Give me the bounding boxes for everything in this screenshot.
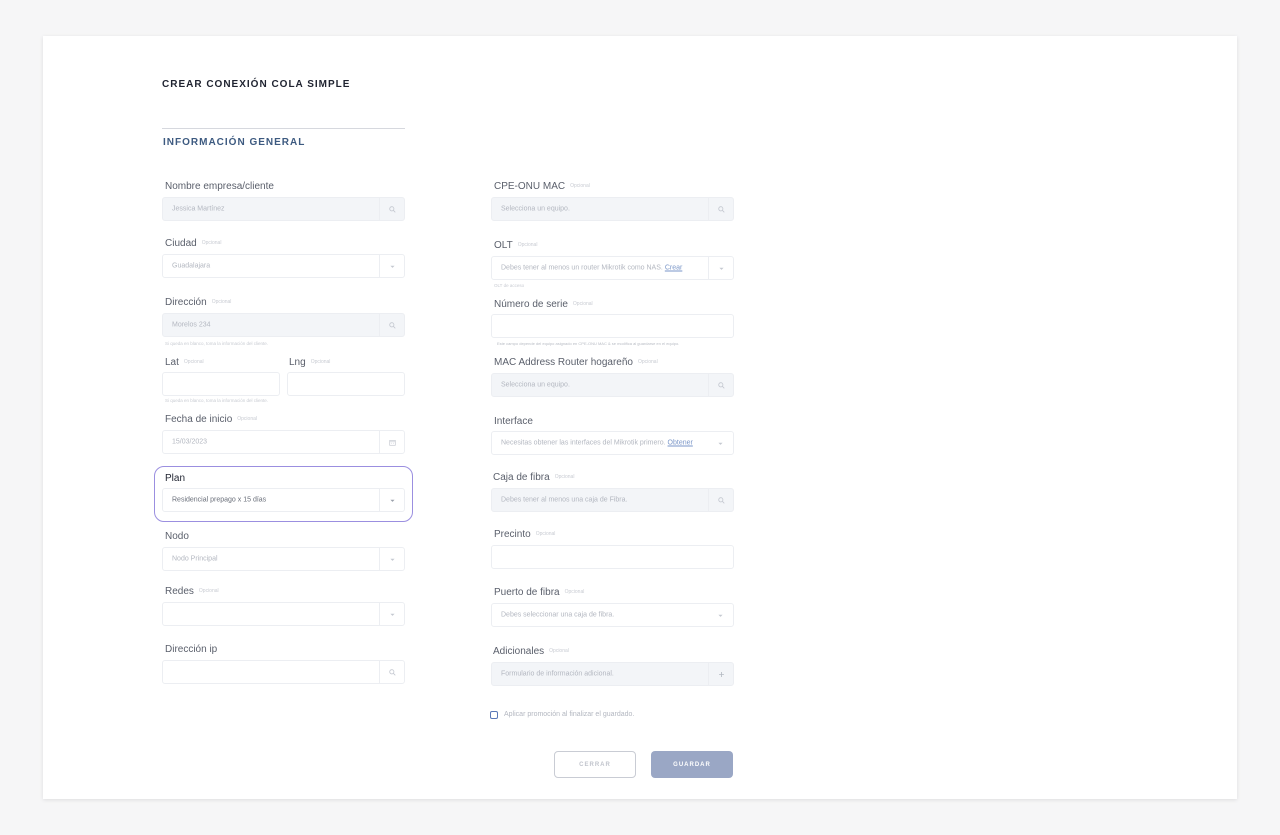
optional-tag: Opcional: [237, 416, 257, 423]
router-mac-label: MAC Address Router hogareño Opcional: [494, 357, 658, 368]
optional-tag: Opcional: [211, 299, 232, 306]
start-date-value: 15/03/2023: [172, 438, 208, 446]
close-button[interactable]: CERRAR: [554, 751, 636, 778]
cpe-placeholder: Selecciona un equipo.: [501, 205, 570, 213]
city-select[interactable]: Guadalajara: [162, 254, 405, 278]
city-value: Guadalajara: [172, 262, 211, 270]
olt-placeholder: Debes tener al menos un router Mikrotik …: [501, 264, 683, 272]
networks-label: Redes Opcional: [165, 586, 219, 597]
optional-tag: Opcional: [564, 589, 585, 596]
optional-tag: Opcional: [535, 531, 556, 538]
lng-input[interactable]: [287, 372, 405, 396]
fiber-port-placeholder: Debes seleccionar una caja de fibra.: [501, 611, 615, 619]
optional-tag: Opcional: [198, 588, 219, 595]
client-value: Jessica Martínez: [172, 205, 225, 213]
cpe-field[interactable]: Selecciona un equipo.: [491, 197, 734, 221]
olt-label: OLT Opcional: [494, 240, 538, 251]
serial-input[interactable]: [491, 314, 734, 338]
ip-label: Dirección ip: [165, 644, 218, 655]
serial-label: Número de serie Opcional: [494, 299, 593, 310]
chevron-down-icon[interactable]: [708, 432, 733, 454]
search-icon[interactable]: [708, 374, 733, 396]
form-title: CREAR CONEXIÓN COLA SIMPLE: [162, 79, 351, 90]
interface-select[interactable]: Necesitas obtener las interfaces del Mik…: [491, 431, 734, 455]
chevron-down-icon[interactable]: [379, 255, 404, 277]
lat-input[interactable]: [162, 372, 280, 396]
seal-label: Precinto Opcional: [494, 529, 556, 540]
address-label: Dirección Opcional: [165, 297, 232, 308]
optional-tag: Opcional: [183, 359, 204, 366]
save-button[interactable]: GUARDAR: [651, 751, 733, 778]
olt-create-link[interactable]: Crear: [665, 265, 683, 272]
fiber-port-select[interactable]: Debes seleccionar una caja de fibra.: [491, 603, 734, 627]
optional-tag: Opcional: [572, 301, 593, 308]
plan-select[interactable]: Residencial prepago x 15 días: [162, 488, 405, 512]
fiber-port-label: Puerto de fibra Opcional: [494, 587, 585, 598]
node-label: Nodo: [165, 531, 189, 542]
seal-input[interactable]: [491, 545, 734, 569]
address-value: Morelos 234: [172, 321, 211, 329]
calendar-icon[interactable]: [379, 431, 404, 453]
lat-label: Lat Opcional: [165, 357, 204, 368]
section-title: INFORMACIÓN GENERAL: [163, 137, 306, 148]
olt-hint: OLT de acceso: [494, 283, 525, 288]
node-select[interactable]: Nodo Principal: [162, 547, 405, 571]
plan-value: Residencial prepago x 15 días: [172, 496, 267, 504]
plus-icon[interactable]: [708, 663, 733, 685]
cpe-label: CPE-ONU MAC Opcional: [494, 181, 590, 192]
chevron-down-icon[interactable]: [708, 604, 733, 626]
router-mac-field[interactable]: Selecciona un equipo.: [491, 373, 734, 397]
city-label: Ciudad Opcional: [165, 238, 222, 249]
optional-tag: Opcional: [570, 183, 590, 190]
optional-tag: Opcional: [637, 359, 658, 366]
interface-placeholder: Necesitas obtener las interfaces del Mik…: [501, 439, 693, 447]
additional-placeholder: Formulario de información adicional.: [501, 670, 614, 678]
search-icon[interactable]: [379, 198, 404, 220]
start-date-label: Fecha de inicio Opcional: [165, 414, 257, 425]
optional-tag: Opcional: [554, 474, 575, 481]
additional-field[interactable]: Formulario de información adicional.: [491, 662, 734, 686]
optional-tag: Opcional: [517, 242, 538, 249]
optional-tag: Opcional: [549, 648, 569, 655]
fiber-box-placeholder: Debes tener al menos una caja de Fibra.: [501, 496, 628, 504]
lng-label: Lng Opcional: [289, 357, 331, 368]
interface-label: Interface: [494, 416, 533, 427]
node-value: Nodo Principal: [172, 555, 218, 563]
search-icon[interactable]: [379, 314, 404, 336]
networks-select[interactable]: [162, 602, 405, 626]
fiber-box-label: Caja de fibra Opcional: [493, 472, 575, 483]
start-date-input[interactable]: 15/03/2023: [162, 430, 405, 454]
serial-hint: Este campo depende del equipo asignado e…: [497, 341, 680, 346]
additional-label: Adicionales Opcional: [493, 646, 569, 657]
chevron-down-icon[interactable]: [708, 257, 733, 279]
client-field[interactable]: Jessica Martínez: [162, 197, 405, 221]
section-divider: [162, 128, 405, 129]
interface-obtain-link[interactable]: Obtener: [668, 440, 693, 447]
chevron-down-icon[interactable]: [379, 489, 404, 511]
client-label: Nombre empresa/cliente: [165, 181, 274, 192]
promo-label: Aplicar promoción al finalizar el guarda…: [504, 711, 635, 718]
address-hint: Si queda en blanco, toma la información …: [165, 341, 269, 346]
router-mac-placeholder: Selecciona un equipo.: [501, 381, 570, 389]
chevron-down-icon[interactable]: [379, 548, 404, 570]
address-field[interactable]: Morelos 234: [162, 313, 405, 337]
optional-tag: Opcional: [201, 240, 222, 247]
search-icon[interactable]: [708, 198, 733, 220]
search-icon[interactable]: [379, 661, 404, 683]
fiber-box-field[interactable]: Debes tener al menos una caja de Fibra.: [491, 488, 734, 512]
search-icon[interactable]: [708, 489, 733, 511]
ip-field[interactable]: [162, 660, 405, 684]
promo-checkbox[interactable]: [490, 711, 498, 719]
plan-label: Plan: [165, 473, 186, 484]
optional-tag: Opcional: [310, 359, 331, 366]
chevron-down-icon[interactable]: [379, 603, 404, 625]
latlng-hint: Si queda en blanco, toma la información …: [165, 398, 269, 403]
olt-select[interactable]: Debes tener al menos un router Mikrotik …: [491, 256, 734, 280]
